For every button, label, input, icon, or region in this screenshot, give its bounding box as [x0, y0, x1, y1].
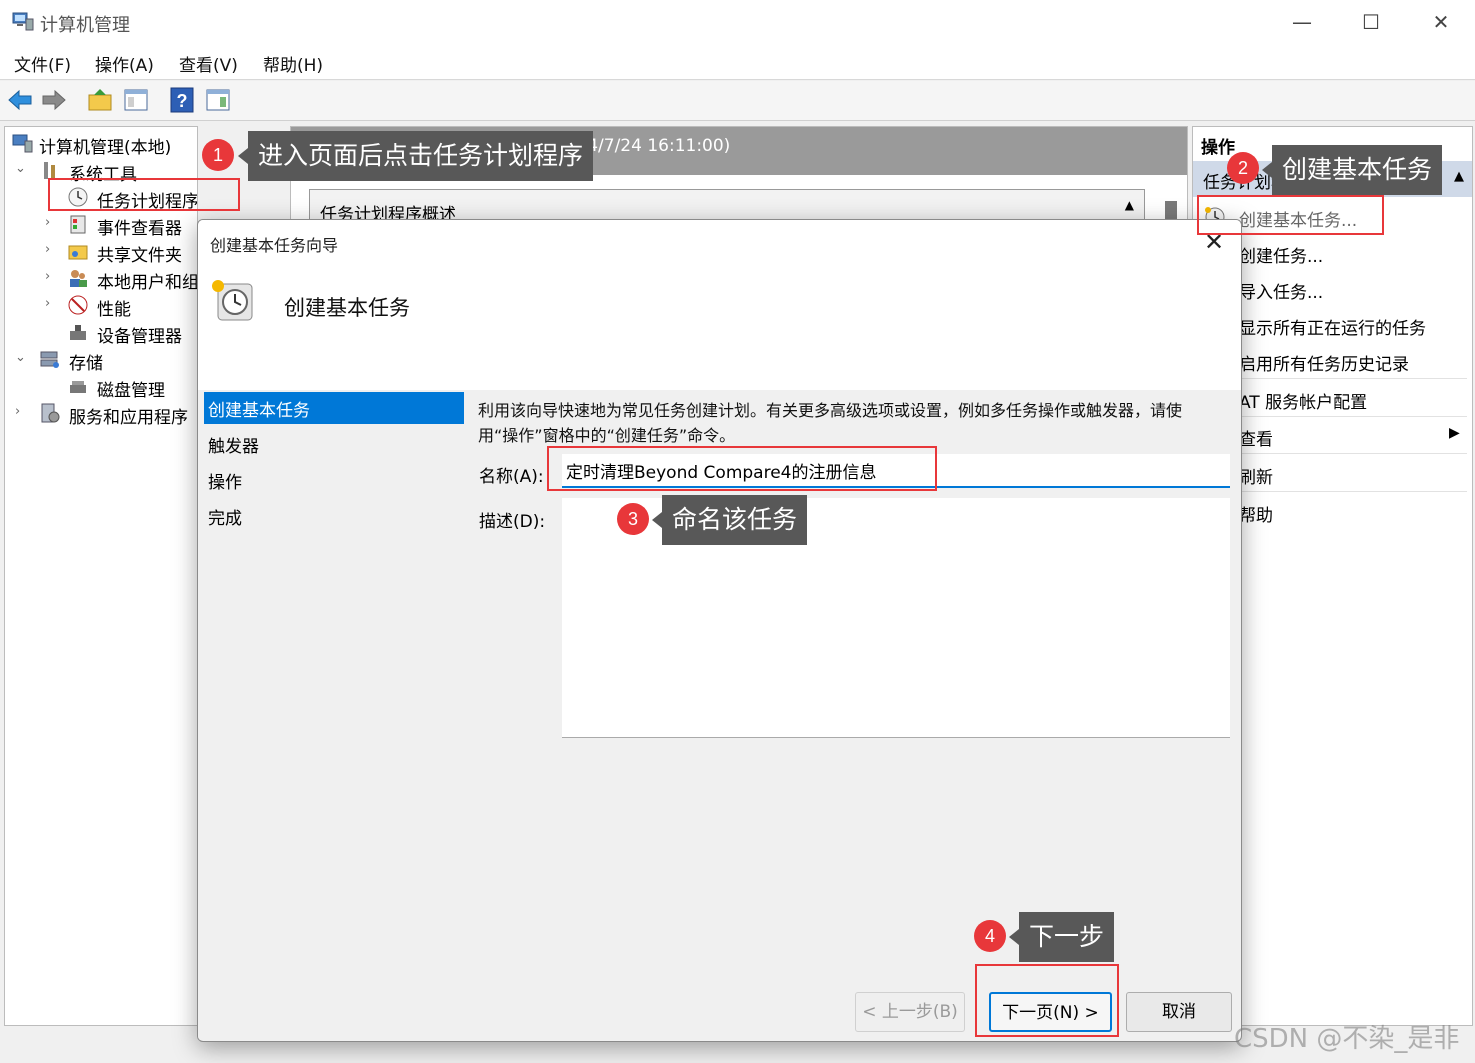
menu-help[interactable]: 帮助(H): [263, 51, 323, 76]
action-show-running-tasks[interactable]: 显示所有正在运行的任务: [1239, 314, 1426, 339]
users-icon: [70, 270, 87, 287]
name-label: 名称(A):: [479, 467, 544, 487]
highlight-task-scheduler: [48, 178, 240, 211]
collapse-up-icon[interactable]: ▲: [1454, 169, 1464, 184]
separator: [1237, 416, 1467, 417]
wizard-header: 创建基本任务向导 ✕ 创建基本任务: [198, 220, 1241, 390]
annotation-tip-2: 创建基本任务: [1261, 145, 1443, 195]
menu-bar: 文件(F) 操作(A) 查看(V) 帮助(H): [0, 44, 1475, 80]
chevron-right-icon[interactable]: ›: [45, 296, 59, 311]
highlight-task-name: [547, 446, 937, 491]
step-create-basic-task[interactable]: 创建基本任务: [204, 392, 464, 424]
computer-management-icon: [12, 134, 33, 153]
highlight-next-button: [975, 964, 1119, 1037]
navigation-tree: 计算机管理(本地) ⌄ 系统工具 任务计划程序 › 事件查看器 › 共享文件夹 …: [4, 126, 198, 1026]
wizard-title: 创建基本任务向导: [210, 236, 339, 255]
shared-folder-icon: [68, 245, 88, 260]
submenu-arrow-icon: ▶: [1449, 425, 1460, 441]
performance-icon: [68, 295, 88, 315]
tree-label: 共享文件夹: [97, 246, 182, 266]
tree-label: 性能: [97, 300, 131, 320]
separator: [1237, 453, 1467, 454]
window-title: 计算机管理: [40, 15, 130, 36]
tree-label: 本地用户和组: [97, 273, 198, 293]
wizard-heading: 创建基本任务: [284, 296, 410, 320]
separator: [1237, 378, 1467, 379]
step-action[interactable]: 操作: [204, 464, 464, 496]
highlight-create-basic-task: [1197, 195, 1384, 235]
up-folder-icon[interactable]: [86, 86, 114, 114]
step-finish[interactable]: 完成: [204, 500, 464, 532]
annotation-tip-4: 下一步: [1008, 912, 1115, 962]
step-trigger[interactable]: 触发器: [204, 428, 464, 460]
separator: [1237, 491, 1467, 492]
tree-label: 计算机管理(本地): [39, 138, 172, 158]
show-action-pane-icon[interactable]: [204, 86, 232, 114]
computer-management-icon: [12, 12, 34, 31]
cancel-button[interactable]: 取消: [1126, 992, 1232, 1032]
tree-label: 事件查看器: [97, 219, 182, 239]
chevron-down-icon[interactable]: ⌄: [15, 161, 29, 176]
close-window-button[interactable]: ✕: [1421, 6, 1461, 38]
minimize-button[interactable]: —: [1282, 6, 1322, 38]
action-view[interactable]: 查看: [1239, 425, 1273, 450]
action-refresh[interactable]: 刷新: [1239, 463, 1273, 488]
wizard-steps: 创建基本任务 触发器 操作 完成: [198, 390, 464, 1040]
chevron-right-icon[interactable]: ›: [45, 215, 59, 230]
chevron-down-icon[interactable]: ⌄: [15, 350, 29, 365]
chevron-right-icon[interactable]: ›: [45, 242, 59, 257]
title-bar: 计算机管理 — ☐ ✕: [0, 0, 1475, 44]
menu-file[interactable]: 文件(F): [14, 51, 71, 76]
tree-label: 设备管理器: [97, 327, 182, 347]
tree-label: 存储: [69, 354, 103, 374]
annotation-tip-1: 进入页面后点击任务计划程序: [237, 131, 594, 181]
tree-label: 服务和应用程序: [69, 408, 188, 428]
action-import-task[interactable]: 导入任务...: [1239, 278, 1323, 303]
chevron-right-icon[interactable]: ›: [15, 404, 29, 419]
watermark: CSDN @不染_是非: [1234, 1024, 1460, 1054]
maximize-button[interactable]: ☐: [1351, 6, 1391, 38]
description-label: 描述(D):: [479, 512, 546, 532]
annotation-badge-3: 3: [617, 503, 649, 535]
annotation-badge-2: 2: [1227, 152, 1259, 184]
device-manager-icon: [70, 325, 86, 340]
menu-action[interactable]: 操作(A): [95, 51, 154, 76]
task-clock-icon: [212, 280, 253, 321]
collapse-icon[interactable]: ▲: [1125, 198, 1134, 212]
tree-label: 磁盘管理: [97, 381, 165, 401]
chevron-right-icon[interactable]: ›: [45, 269, 59, 284]
annotation-badge-4: 4: [974, 920, 1006, 952]
toolbar: ?: [0, 81, 1475, 121]
action-at-service-config[interactable]: AT 服务帐户配置: [1239, 388, 1367, 413]
services-icon: [41, 403, 60, 423]
wizard-description: 利用该向导快速地为常见任务创建计划。有关更多高级选项或设置，例如多任务操作或触发…: [478, 401, 1183, 445]
annotation-tip-3: 命名该任务: [651, 495, 808, 545]
annotation-badge-1: 1: [202, 139, 234, 171]
back-arrow-icon[interactable]: [6, 86, 34, 114]
back-button[interactable]: < 上一步(B): [855, 992, 965, 1032]
event-viewer-icon: [70, 215, 86, 234]
show-hide-tree-icon[interactable]: [122, 86, 150, 114]
svg-text:?: ?: [177, 91, 188, 111]
disk-icon: [70, 381, 86, 393]
action-help[interactable]: 帮助: [1239, 501, 1273, 526]
storage-icon: [40, 351, 59, 368]
menu-view[interactable]: 查看(V): [179, 51, 238, 76]
help-icon[interactable]: ?: [168, 86, 196, 114]
action-create-task[interactable]: 创建任务...: [1239, 242, 1323, 267]
action-enable-history[interactable]: 启用所有任务历史记录: [1239, 350, 1409, 375]
forward-arrow-icon[interactable]: [40, 86, 68, 114]
